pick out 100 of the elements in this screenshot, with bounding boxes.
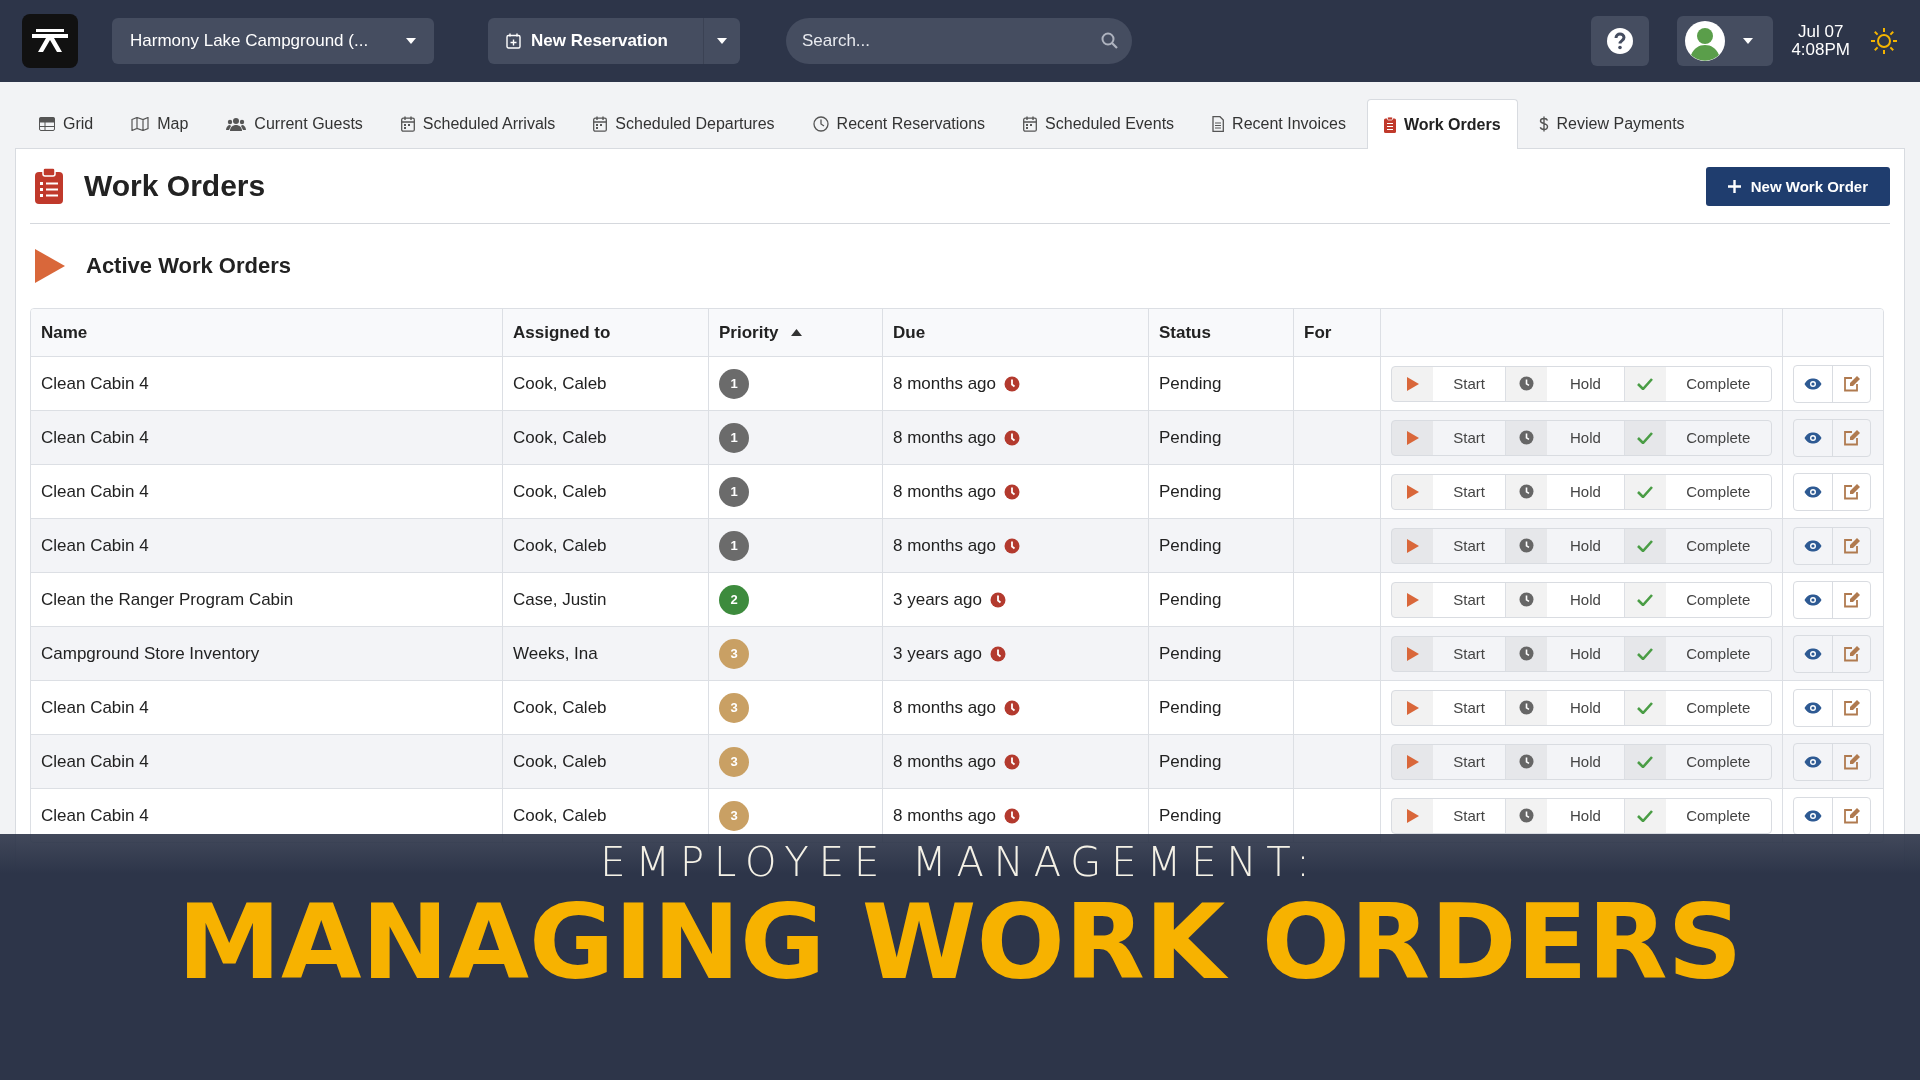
hold-button[interactable]: Hold xyxy=(1547,420,1624,455)
due-text: 8 months ago xyxy=(893,751,996,772)
priority-badge: 1 xyxy=(719,368,749,399)
complete-button[interactable]: Complete xyxy=(1665,420,1771,455)
tab[interactable]: Map xyxy=(114,99,206,148)
play-icon xyxy=(1405,375,1420,392)
start-button[interactable]: Start xyxy=(1433,636,1506,671)
check-icon xyxy=(1637,755,1653,768)
start-button[interactable]: Start xyxy=(1433,474,1506,509)
overdue-icon xyxy=(1004,375,1020,392)
calendar-plus-icon xyxy=(506,33,521,49)
work-order-name: Clean Cabin 4 xyxy=(41,805,149,826)
clock-icon xyxy=(1519,592,1535,607)
hold-button[interactable]: Hold xyxy=(1547,366,1624,401)
due-text: 8 months ago xyxy=(893,535,996,556)
work-order-name: Clean Cabin 4 xyxy=(41,427,149,448)
play-icon xyxy=(1405,537,1420,554)
complete-button[interactable]: Complete xyxy=(1665,744,1771,779)
search-field[interactable]: Search... xyxy=(786,18,1132,64)
assignee-text: Cook, Caleb xyxy=(513,805,607,826)
status-text: Pending xyxy=(1159,805,1222,826)
edit-icon xyxy=(1842,645,1861,662)
sun-icon[interactable] xyxy=(1870,27,1898,55)
status-text: Pending xyxy=(1159,589,1222,610)
document-icon xyxy=(1212,116,1225,132)
help-button[interactable] xyxy=(1591,16,1650,66)
priority-badge: 1 xyxy=(719,476,749,507)
tab[interactable]: Scheduled Arrivals xyxy=(383,99,573,148)
eye-icon xyxy=(1804,431,1822,444)
tab[interactable]: Current Guests xyxy=(209,99,380,148)
user-menu-button[interactable] xyxy=(1677,16,1774,66)
clock-icon xyxy=(1519,700,1535,715)
clock-icon xyxy=(1519,376,1535,391)
assignee-text: Cook, Caleb xyxy=(513,427,607,448)
start-button[interactable]: Start xyxy=(1433,420,1506,455)
status-text: Pending xyxy=(1159,643,1222,664)
due-text: 3 years ago xyxy=(893,643,982,664)
new-work-order-button[interactable]: New Work Order xyxy=(1705,166,1890,206)
clock-icon xyxy=(1519,430,1535,445)
hold-button[interactable]: Hold xyxy=(1547,798,1624,833)
complete-button[interactable]: Complete xyxy=(1665,528,1771,563)
check-icon xyxy=(1637,485,1653,498)
priority-badge: 3 xyxy=(719,638,749,669)
priority-badge: 3 xyxy=(719,800,749,831)
assignee-text: Cook, Caleb xyxy=(513,697,607,718)
complete-button[interactable]: Complete xyxy=(1665,798,1771,833)
start-button[interactable]: Start xyxy=(1433,582,1506,617)
status-text: Pending xyxy=(1159,751,1222,772)
work-order-name: Clean the Ranger Program Cabin xyxy=(41,589,294,610)
new-reservation-button[interactable]: New Reservation xyxy=(488,18,740,64)
assignee-text: Cook, Caleb xyxy=(513,535,607,556)
tab[interactable]: Scheduled Departures xyxy=(576,99,792,148)
status-text: Pending xyxy=(1159,373,1222,394)
start-button[interactable]: Start xyxy=(1433,690,1506,725)
edit-icon xyxy=(1842,537,1861,554)
start-button[interactable]: Start xyxy=(1433,528,1506,563)
caret-icon xyxy=(406,38,416,44)
start-button[interactable]: Start xyxy=(1433,744,1506,779)
status-text: Pending xyxy=(1159,481,1222,502)
overdue-icon xyxy=(1004,807,1020,824)
check-icon xyxy=(1637,539,1653,552)
assignee-text: Cook, Caleb xyxy=(513,481,607,502)
hold-button[interactable]: Hold xyxy=(1547,528,1624,563)
tab[interactable]: Recent Invoices xyxy=(1195,99,1363,148)
map-icon xyxy=(131,117,150,131)
check-icon xyxy=(1637,701,1653,714)
play-icon xyxy=(1405,807,1420,824)
search-icon xyxy=(1101,32,1118,49)
logo-icon[interactable] xyxy=(22,14,78,68)
hold-button[interactable]: Hold xyxy=(1547,582,1624,617)
date-text: Jul 07 xyxy=(1798,23,1844,41)
hold-button[interactable]: Hold xyxy=(1547,636,1624,671)
start-button[interactable]: Start xyxy=(1433,798,1506,833)
tab[interactable]: Review Payments xyxy=(1521,99,1702,148)
page-title: Work Orders xyxy=(84,169,267,203)
campground-dropdown[interactable]: Harmony Lake Campground (... xyxy=(112,18,434,64)
tab[interactable]: Work Orders xyxy=(1366,99,1518,149)
complete-button[interactable]: Complete xyxy=(1665,582,1771,617)
users-icon xyxy=(226,117,247,131)
overdue-icon xyxy=(1004,699,1020,716)
hold-button[interactable]: Hold xyxy=(1547,690,1624,725)
clock-icon xyxy=(1519,484,1535,499)
start-button[interactable]: Start xyxy=(1433,366,1506,401)
work-order-name: Clean Cabin 4 xyxy=(41,535,149,556)
calendar-icon xyxy=(400,116,415,132)
eye-icon xyxy=(1804,809,1822,822)
play-icon xyxy=(1405,699,1420,716)
complete-button[interactable]: Complete xyxy=(1665,636,1771,671)
edit-icon xyxy=(1842,483,1861,500)
overlay-headline: MANAGING WORK ORDERS xyxy=(177,886,1743,998)
play-icon xyxy=(34,248,66,284)
tab[interactable]: Scheduled Events xyxy=(1006,99,1192,148)
tab[interactable]: Recent Reservations xyxy=(795,99,1003,148)
complete-button[interactable]: Complete xyxy=(1665,366,1771,401)
tab[interactable]: Grid xyxy=(22,99,111,148)
complete-button[interactable]: Complete xyxy=(1665,474,1771,509)
hold-button[interactable]: Hold xyxy=(1547,744,1624,779)
hold-button[interactable]: Hold xyxy=(1547,474,1624,509)
priority-badge: 3 xyxy=(719,692,749,723)
complete-button[interactable]: Complete xyxy=(1665,690,1771,725)
